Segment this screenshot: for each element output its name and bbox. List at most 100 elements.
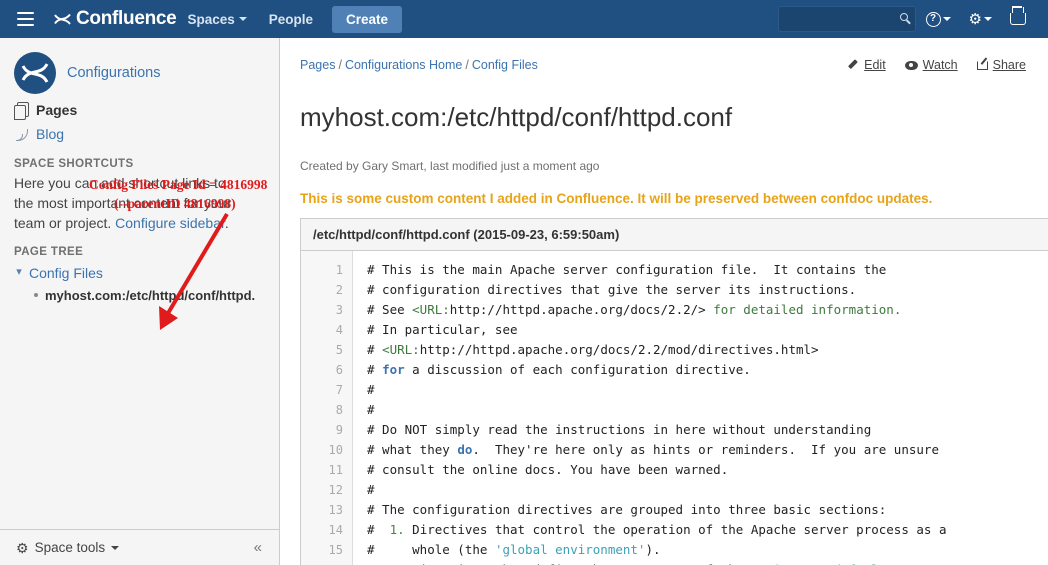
chevron-down-icon <box>942 17 951 21</box>
line-number: 7 <box>335 383 343 397</box>
gear-icon: ⚙ <box>968 10 982 28</box>
help-menu[interactable]: ? <box>918 6 959 33</box>
code-line: # 2. Directives that define the paramete… <box>367 560 1048 565</box>
line-number: 10 <box>328 443 343 457</box>
code-line: # Do NOT simply read the instructions in… <box>367 422 872 437</box>
line-number: 8 <box>335 403 343 417</box>
line-number: 14 <box>328 523 343 537</box>
breadcrumb-separator: / <box>338 58 342 72</box>
code-line: # what they do. They're here only as hin… <box>367 442 939 457</box>
space-sidebar: Configurations Pages Blog SPACE SHORTCUT… <box>0 38 280 565</box>
edit-button[interactable]: Edit <box>847 58 886 72</box>
pages-icon <box>14 102 29 120</box>
nav-people[interactable]: People <box>258 3 324 36</box>
custom-content-note: This is some custom content I added in C… <box>300 191 933 206</box>
sidebar-item-blog[interactable]: Blog <box>0 122 279 146</box>
inbox-tray-icon <box>1010 6 1026 25</box>
confluence-logo[interactable]: Confluence <box>54 8 177 30</box>
search-icon <box>899 13 908 21</box>
line-number: 9 <box>335 423 343 437</box>
space-shortcuts-heading: SPACE SHORTCUTS <box>14 158 134 170</box>
code-line: # See <URL:http://httpd.apache.org/docs/… <box>367 302 902 317</box>
code-line: # whole (the 'global environment'). <box>367 542 661 557</box>
code-line: # <box>367 482 375 497</box>
share-icon <box>976 60 988 70</box>
code-line: # <URL:http://httpd.apache.org/docs/2.2/… <box>367 342 819 357</box>
line-number: 2 <box>335 283 343 297</box>
share-button-label: Share <box>992 58 1026 72</box>
space-tools-label: Space tools <box>34 540 106 555</box>
watch-button[interactable]: Watch <box>904 58 958 72</box>
code-lines[interactable]: # This is the main Apache server configu… <box>353 251 1048 565</box>
code-block-title: /etc/httpd/conf/httpd.conf (2015-09-23, … <box>301 219 1048 251</box>
sidebar-item-pages[interactable]: Pages <box>0 98 279 122</box>
code-line: # 1. Directives that control the operati… <box>367 522 947 537</box>
code-line: # The configuration directives are group… <box>367 502 887 517</box>
code-line: # <box>367 402 375 417</box>
code-line: # <box>367 382 375 397</box>
line-number: 15 <box>328 543 343 557</box>
breadcrumb-item-config-files[interactable]: Config Files <box>472 58 538 72</box>
rss-icon <box>14 127 28 142</box>
page-content-area: Pages / Configurations Home / Config Files E… <box>281 38 1048 565</box>
space-tools-button[interactable]: ⚙ Space tools <box>0 539 120 556</box>
line-number: 5 <box>335 343 343 357</box>
edit-button-label: Edit <box>864 58 886 72</box>
line-number: 11 <box>328 463 343 477</box>
sidebar-item-pages-label: Pages <box>36 102 78 118</box>
line-number: 4 <box>335 323 343 337</box>
annotation-page-id: Config Files Page Id = 4816998 <box>89 177 268 192</box>
sidebar-footer: ⚙ Space tools « <box>0 529 279 565</box>
breadcrumb: Pages / Configurations Home / Config Files <box>300 58 538 72</box>
sidebar-item-blog-label: Blog <box>36 126 65 142</box>
chevron-down-icon <box>238 17 247 21</box>
code-line: # for a discussion of each configuration… <box>367 362 751 377</box>
bullet-icon <box>34 293 38 298</box>
watch-button-label: Watch <box>922 58 958 72</box>
code-line: # configuration directives that give the… <box>367 282 857 297</box>
page-tree-root-label: Config Files <box>29 264 103 281</box>
nav-right-group: ? ⚙ <box>777 6 1048 33</box>
code-line: # In particular, see <box>367 322 518 337</box>
breadcrumb-item-pages[interactable]: Pages <box>300 58 335 72</box>
page-metadata: Created by Gary Smart, last modified jus… <box>300 159 600 173</box>
line-number: 16 <box>301 560 343 565</box>
line-number: 6 <box>335 363 343 377</box>
brand-name: Confluence <box>76 8 177 29</box>
code-line: # consult the online docs. You have been… <box>367 462 729 477</box>
settings-menu[interactable]: ⚙ <box>961 6 1000 33</box>
hamburger-menu-icon[interactable] <box>8 0 42 38</box>
page-actions: Edit Watch Share <box>847 58 1026 72</box>
line-number: 3 <box>335 303 343 317</box>
chevron-down-icon <box>984 17 992 21</box>
line-number: 1 <box>335 263 343 277</box>
search-box[interactable] <box>777 6 916 32</box>
create-button[interactable]: Create <box>332 5 403 33</box>
breadcrumb-row: Pages / Configurations Home / Config Files E… <box>281 38 1048 72</box>
search-input[interactable] <box>778 7 915 31</box>
confluence-mark-icon <box>54 11 71 28</box>
space-name-label: Configurations <box>67 65 161 81</box>
code-block-panel: /etc/httpd/conf/httpd.conf (2015-09-23, … <box>300 218 1048 565</box>
annotation-arrow-icon <box>159 212 229 330</box>
collapse-sidebar-button[interactable]: « <box>254 539 279 556</box>
top-navigation-bar: Confluence Spaces People Create ? ⚙ <box>0 0 1048 38</box>
eye-icon <box>904 60 918 70</box>
help-icon: ? <box>925 11 941 27</box>
gear-icon: ⚙ <box>16 539 29 556</box>
nav-spaces-label: Spaces <box>187 11 235 27</box>
share-button[interactable]: Share <box>976 58 1026 72</box>
chevron-down-icon <box>111 545 120 550</box>
breadcrumb-separator: / <box>465 58 469 72</box>
space-header[interactable]: Configurations <box>0 38 279 98</box>
nav-spaces[interactable]: Spaces <box>176 3 257 36</box>
nav-people-label: People <box>268 11 314 27</box>
code-block-body: 12345678910111213141516 # This is the ma… <box>301 251 1048 565</box>
notifications-button[interactable] <box>1002 6 1034 31</box>
chevron-down-icon[interactable]: ▾ <box>14 267 24 278</box>
line-number: 13 <box>328 503 343 517</box>
breadcrumb-item-configurations-home[interactable]: Configurations Home <box>345 58 462 72</box>
line-number: 12 <box>328 483 343 497</box>
pencil-icon <box>847 59 859 71</box>
page-title: myhost.com:/etc/httpd/conf/httpd.conf <box>300 102 733 133</box>
